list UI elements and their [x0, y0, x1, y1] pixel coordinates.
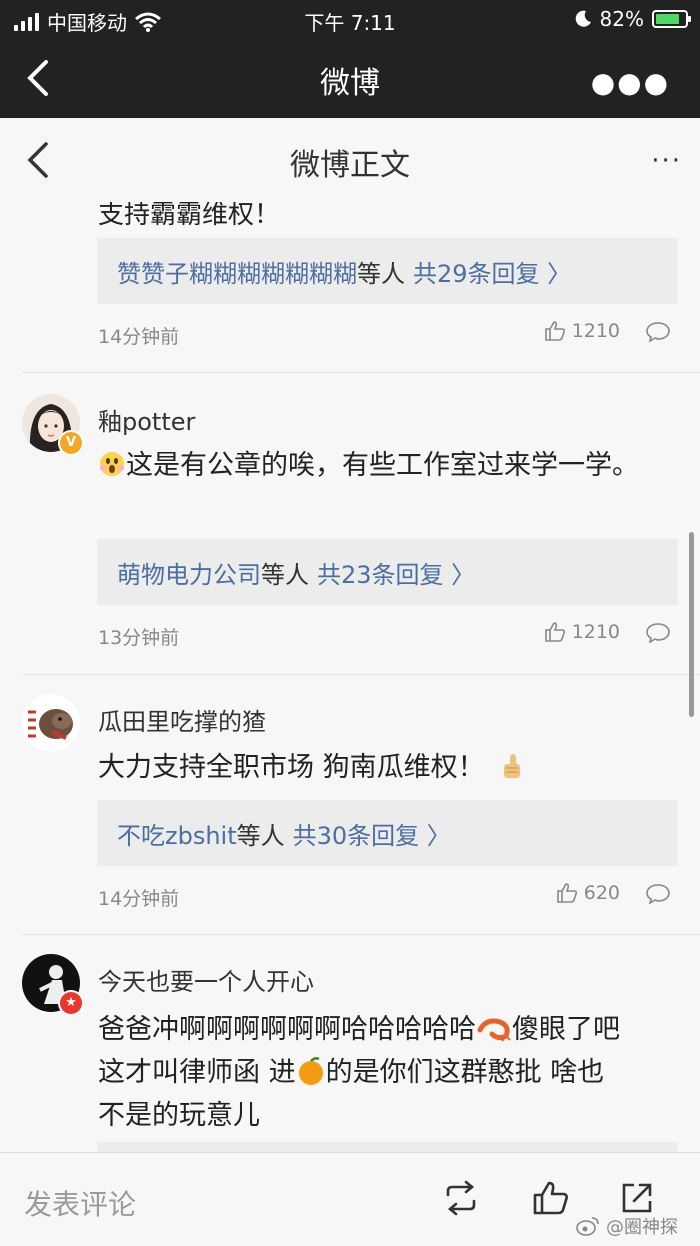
comment-time: 14分钟前 [98, 326, 180, 348]
reply-count[interactable]: 共23条回复 〉 [317, 561, 475, 589]
reply-etc: 等人 [357, 260, 405, 288]
like-button[interactable]: 1210 [544, 621, 620, 643]
comment-list[interactable]: 支持霸霸维权！ 赞赞子糊糊糊糊糊糊糊等人 共29条回复 〉 14分钟前 1210 … [0, 202, 700, 1152]
shocked-emoji-icon [100, 452, 124, 476]
comment-text: 爸爸冲啊啊啊啊啊啊哈哈哈哈哈 傻眼了吧 这才叫律师函 进 的是你们这群憨批 啥也… [98, 1014, 620, 1131]
commenter-name[interactable]: 釉potter [98, 402, 195, 437]
watermark: @圈神探 [576, 1213, 678, 1239]
reply-user[interactable]: 不吃zbshit [117, 822, 237, 850]
thumbs-up-icon [544, 622, 565, 642]
comment-text: 这是有公章的唉，有些工作室过来学一学。 [98, 446, 676, 486]
reply-summary[interactable]: 赞赞子糊糊糊糊糊糊糊等人 共29条回复 〉 [97, 238, 678, 304]
star-badge-icon: ★ [58, 990, 84, 1016]
avatar[interactable]: ★ [22, 954, 84, 1016]
reply-summary[interactable]: 萌物电力公司等人 共23条回复 〉 [97, 539, 678, 605]
like-icon[interactable] [532, 1179, 570, 1217]
moon-icon [575, 10, 591, 27]
comment-icon[interactable] [646, 884, 670, 904]
commenter-name[interactable]: 今天也要一个人开心 [98, 962, 314, 997]
battery-icon [652, 10, 691, 28]
page-title: 微博正文 [290, 148, 410, 183]
orange-emoji-icon [298, 1057, 323, 1085]
post-comment-input[interactable]: 发表评论 [24, 1183, 136, 1223]
scrollbar[interactable] [689, 532, 694, 717]
divider [22, 934, 700, 935]
sub-header: 微博正文 ··· [0, 118, 700, 203]
status-bar: 中国移动 下午 7:11 82% [0, 0, 700, 38]
commenter-name[interactable]: 瓜田里吃撑的猹 [98, 702, 266, 737]
comment-text: 大力支持全职市场 狗南瓜维权！ [98, 748, 676, 788]
reply-count[interactable]: 共30条回复 〉 [293, 822, 451, 850]
weibo-logo-icon [576, 1217, 599, 1236]
comment-icon[interactable] [646, 322, 670, 342]
divider [22, 674, 700, 675]
avatar[interactable] [22, 694, 80, 752]
repost-icon[interactable] [442, 1179, 480, 1217]
more-options-icon[interactable]: ··· [651, 146, 682, 176]
comment-text: 支持霸霸维权！ [98, 202, 281, 230]
like-button[interactable]: 1210 [544, 320, 620, 342]
more-icon[interactable]: ●●● [591, 66, 670, 99]
avatar[interactable]: V [22, 394, 84, 456]
comment-icon[interactable] [646, 623, 670, 643]
reply-summary[interactable] [97, 1142, 678, 1152]
watermark-text: @圈神探 [606, 1217, 678, 1238]
bottom-action-bar: 发表评论 @圈神探 [0, 1152, 700, 1246]
like-count: 1210 [571, 320, 620, 342]
verified-badge-icon: V [58, 430, 84, 456]
reply-etc: 等人 [236, 822, 285, 850]
thumbs-up-emoji-icon [504, 754, 521, 778]
thumbs-up-icon [544, 321, 565, 341]
shrimp-emoji-icon [477, 1018, 511, 1042]
comment-time: 14分钟前 [98, 888, 180, 910]
battery-percent: 82% [599, 7, 644, 31]
reply-user[interactable]: 赞赞子糊糊糊糊糊糊糊 [117, 260, 357, 288]
comment-time: 13分钟前 [98, 627, 180, 649]
app-header: 微博 ●●● [0, 38, 700, 118]
like-count: 1210 [571, 621, 620, 643]
reply-user[interactable]: 萌物电力公司 [117, 561, 261, 589]
thumbs-up-icon [556, 883, 577, 903]
like-button[interactable]: 620 [556, 882, 620, 904]
like-count: 620 [583, 882, 620, 904]
share-icon[interactable] [618, 1179, 656, 1217]
reply-count[interactable]: 共29条回复 〉 [413, 260, 571, 288]
reply-summary[interactable]: 不吃zbshit等人 共30条回复 〉 [97, 800, 678, 866]
divider [22, 372, 700, 373]
reply-etc: 等人 [261, 561, 309, 589]
